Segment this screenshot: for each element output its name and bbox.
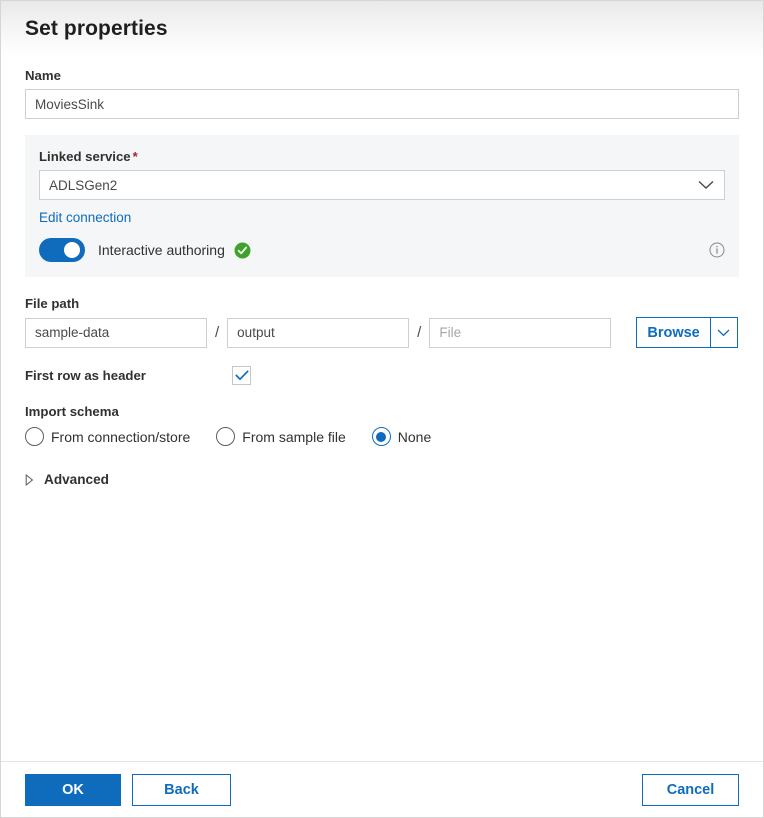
linked-service-select-wrap <box>39 170 725 200</box>
advanced-expander[interactable]: Advanced <box>25 472 739 487</box>
radio-label: From connection/store <box>51 429 190 445</box>
browse-button-group: Browse <box>636 317 737 348</box>
page-title: Set properties <box>25 17 168 41</box>
radio-none[interactable]: None <box>372 427 431 446</box>
radio-circle-icon <box>25 427 44 446</box>
interactive-authoring-label: Interactive authoring <box>98 242 225 258</box>
dialog-header: Set properties <box>1 1 763 57</box>
set-properties-dialog: Set properties Name Linked service* Edit… <box>0 0 764 818</box>
linked-service-label-text: Linked service <box>39 149 131 164</box>
path-separator-2: / <box>417 324 421 341</box>
radio-label: From sample file <box>242 429 345 445</box>
name-label: Name <box>25 67 739 84</box>
back-button[interactable]: Back <box>132 774 231 806</box>
file-path-row: / / Browse <box>25 317 739 348</box>
radio-label: None <box>398 429 431 445</box>
interactive-authoring-row: Interactive authoring <box>39 238 725 262</box>
name-field-group: Name <box>25 67 739 119</box>
radio-from-connection-store[interactable]: From connection/store <box>25 427 190 446</box>
required-marker: * <box>133 149 138 164</box>
first-row-header-checkbox[interactable] <box>232 366 251 385</box>
import-schema-radio-row: From connection/store From sample file N… <box>25 427 739 446</box>
radio-circle-selected-icon <box>372 427 391 446</box>
checkmark-icon <box>235 370 249 381</box>
dialog-body: Name Linked service* Edit connection <box>1 57 763 761</box>
ok-button[interactable]: OK <box>25 774 121 806</box>
name-input[interactable] <box>25 89 739 119</box>
first-row-header-row: First row as header <box>25 366 739 385</box>
first-row-header-label: First row as header <box>25 368 232 383</box>
radio-from-sample-file[interactable]: From sample file <box>216 427 345 446</box>
linked-service-panel: Linked service* Edit connection Interact… <box>25 135 739 277</box>
import-schema-label: Import schema <box>25 403 739 420</box>
file-name-input[interactable] <box>429 318 611 348</box>
triangle-right-icon <box>25 474 34 486</box>
path-separator-1: / <box>215 324 219 341</box>
dialog-footer: OK Back Cancel <box>1 761 763 817</box>
interactive-authoring-toggle[interactable] <box>39 238 85 262</box>
toggle-knob <box>64 242 80 258</box>
file-path-label: File path <box>25 295 739 312</box>
import-schema-group: Import schema From connection/store From… <box>25 403 739 446</box>
cancel-button[interactable]: Cancel <box>642 774 739 806</box>
directory-input[interactable] <box>227 318 409 348</box>
chevron-down-icon <box>717 329 730 337</box>
file-system-input[interactable] <box>25 318 207 348</box>
edit-connection-link[interactable]: Edit connection <box>39 210 131 225</box>
linked-service-label: Linked service* <box>39 148 725 165</box>
radio-circle-icon <box>216 427 235 446</box>
linked-service-select[interactable] <box>39 170 725 200</box>
check-circle-icon <box>234 242 251 259</box>
info-icon[interactable] <box>709 242 725 258</box>
browse-menu-button[interactable] <box>711 317 738 348</box>
advanced-label: Advanced <box>44 472 109 487</box>
browse-button[interactable]: Browse <box>636 317 710 348</box>
radio-dot <box>376 432 386 442</box>
file-path-group: File path / / Browse <box>25 295 739 348</box>
